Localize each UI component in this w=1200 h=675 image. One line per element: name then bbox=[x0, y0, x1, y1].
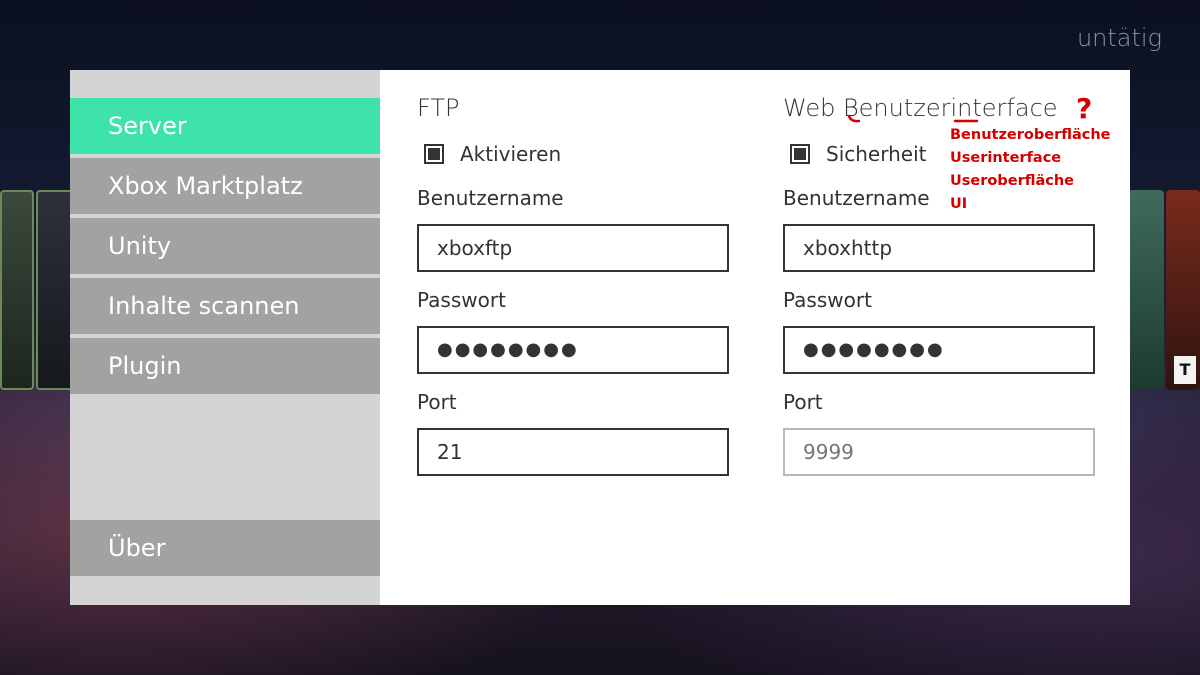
sidebar-item-xbox-marktplatz[interactable]: Xbox Marktplatz bbox=[70, 158, 380, 214]
annotation-suggestions: Benutzeroberfläche Userinterface Userobe… bbox=[950, 124, 1111, 216]
annotation-suggestion: UI bbox=[950, 196, 968, 212]
web-password-label: Passwort bbox=[783, 288, 872, 312]
web-section-title: Web Benutzerinterface bbox=[783, 94, 1058, 122]
checkbox-checked-indicator bbox=[428, 148, 440, 160]
annotation-suggestion: Benutzeroberfläche bbox=[950, 127, 1111, 143]
background-tile: T bbox=[1166, 190, 1200, 390]
sidebar-item-unity[interactable]: Unity bbox=[70, 218, 380, 274]
annotation-suggestion: Userinterface bbox=[950, 150, 1062, 166]
ftp-username-label: Benutzername bbox=[417, 186, 564, 210]
web-username-label: Benutzername bbox=[783, 186, 930, 210]
ftp-username-field[interactable] bbox=[417, 224, 729, 272]
web-password-field[interactable]: ●●●●●●●● bbox=[783, 326, 1095, 374]
rating-badge: T bbox=[1174, 356, 1196, 384]
sidebar-item-plugin[interactable]: Plugin bbox=[70, 338, 380, 394]
web-security-checkbox[interactable]: Sicherheit bbox=[790, 142, 926, 166]
ftp-section-title: FTP bbox=[417, 94, 460, 122]
ftp-enable-label: Aktivieren bbox=[460, 142, 562, 166]
checkbox-box[interactable] bbox=[424, 144, 444, 164]
checkbox-checked-indicator bbox=[794, 148, 806, 160]
sidebar-item-server[interactable]: Server bbox=[70, 98, 380, 154]
ftp-password-field[interactable]: ●●●●●●●● bbox=[417, 326, 729, 374]
ftp-port-label: Port bbox=[417, 390, 457, 414]
ftp-enable-checkbox[interactable]: Aktivieren bbox=[424, 142, 561, 166]
web-port-label: Port bbox=[783, 390, 823, 414]
sidebar-item-inhalte-scannen[interactable]: Inhalte scannen bbox=[70, 278, 380, 334]
sidebar-item-ueber[interactable]: Über bbox=[70, 520, 380, 576]
annotation-suggestion: Useroberfläche bbox=[950, 173, 1075, 189]
web-port-field[interactable] bbox=[783, 428, 1095, 476]
checkbox-box[interactable] bbox=[790, 144, 810, 164]
sidebar: Server Xbox Marktplatz Unity Inhalte sca… bbox=[70, 70, 380, 605]
status-text: untätig bbox=[1076, 24, 1162, 52]
ftp-password-label: Passwort bbox=[417, 288, 506, 312]
background-tile bbox=[1128, 190, 1164, 390]
web-username-field[interactable] bbox=[783, 224, 1095, 272]
ftp-port-field[interactable] bbox=[417, 428, 729, 476]
web-security-label: Sicherheit bbox=[826, 142, 927, 166]
background-tile bbox=[0, 190, 34, 390]
